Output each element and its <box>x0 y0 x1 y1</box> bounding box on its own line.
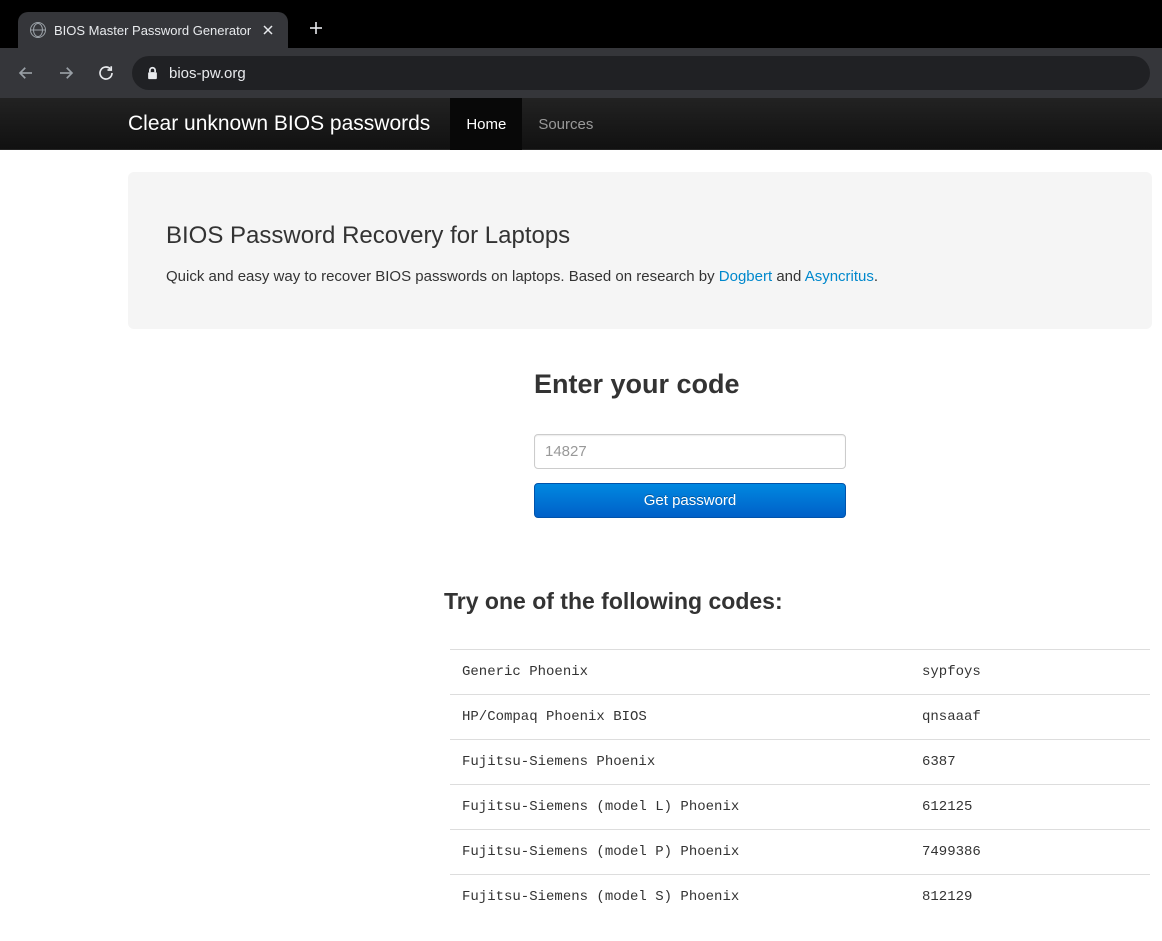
tab-bar: BIOS Master Password Generator <box>0 0 1162 48</box>
hero: BIOS Password Recovery for Laptops Quick… <box>128 172 1152 329</box>
hero-text: Quick and easy way to recover BIOS passw… <box>166 268 719 285</box>
table-row: Fujitsu-Siemens (model L) Phoenix612125 <box>450 785 1150 830</box>
hero-title: BIOS Password Recovery for Laptops <box>166 222 1114 250</box>
code-cell: 7499386 <box>910 830 1150 875</box>
get-password-button[interactable]: Get password <box>534 483 846 518</box>
browser-chrome: BIOS Master Password Generator bios-pw.o… <box>0 0 1162 98</box>
code-cell: sypfoys <box>910 650 1150 695</box>
nav-tabs: HomeSources <box>450 98 609 149</box>
hero-text: and <box>772 268 805 285</box>
browser-tab[interactable]: BIOS Master Password Generator <box>18 12 288 48</box>
site-navbar: Clear unknown BIOS passwords HomeSources <box>0 98 1162 150</box>
table-row: Fujitsu-Siemens (model P) Phoenix7499386 <box>450 830 1150 875</box>
form: Enter your code Get password <box>534 369 1152 518</box>
results-table: Generic PhoenixsypfoysHP/Compaq Phoenix … <box>450 649 1150 919</box>
table-row: Fujitsu-Siemens (model S) Phoenix812129 <box>450 875 1150 920</box>
code-cell: 6387 <box>910 740 1150 785</box>
table-row: Fujitsu-Siemens Phoenix6387 <box>450 740 1150 785</box>
results: Try one of the following codes: Generic … <box>444 588 1144 919</box>
hero-text: . <box>874 268 878 285</box>
vendor-cell: Fujitsu-Siemens (model L) Phoenix <box>450 785 910 830</box>
reload-button[interactable] <box>92 59 120 87</box>
table-row: HP/Compaq Phoenix BIOSqnsaaaf <box>450 695 1150 740</box>
new-tab-button[interactable] <box>308 20 324 36</box>
globe-icon <box>30 22 46 38</box>
code-cell: 612125 <box>910 785 1150 830</box>
code-cell: qnsaaaf <box>910 695 1150 740</box>
form-heading: Enter your code <box>534 369 1152 400</box>
forward-button[interactable] <box>52 59 80 87</box>
vendor-cell: Fujitsu-Siemens (model P) Phoenix <box>450 830 910 875</box>
url-text: bios-pw.org <box>169 65 246 82</box>
vendor-cell: Fujitsu-Siemens Phoenix <box>450 740 910 785</box>
vendor-cell: Fujitsu-Siemens (model S) Phoenix <box>450 875 910 920</box>
results-heading: Try one of the following codes: <box>444 588 1144 615</box>
nav-item-home[interactable]: Home <box>450 98 522 150</box>
vendor-cell: Generic Phoenix <box>450 650 910 695</box>
tab-title: BIOS Master Password Generator <box>54 23 252 38</box>
back-button[interactable] <box>12 59 40 87</box>
link-asyncritus[interactable]: Asyncritus <box>805 268 874 285</box>
table-row: Generic Phoenixsypfoys <box>450 650 1150 695</box>
link-dogbert[interactable]: Dogbert <box>719 268 772 285</box>
address-bar: bios-pw.org <box>0 48 1162 98</box>
brand[interactable]: Clear unknown BIOS passwords <box>128 112 430 136</box>
hero-lead: Quick and easy way to recover BIOS passw… <box>166 268 1114 285</box>
code-input[interactable] <box>534 434 846 469</box>
close-icon[interactable] <box>260 22 276 38</box>
vendor-cell: HP/Compaq Phoenix BIOS <box>450 695 910 740</box>
nav-item-sources[interactable]: Sources <box>522 98 609 150</box>
page-container: BIOS Password Recovery for Laptops Quick… <box>0 172 1162 919</box>
url-input[interactable]: bios-pw.org <box>132 56 1150 90</box>
lock-icon <box>146 66 159 80</box>
code-cell: 812129 <box>910 875 1150 920</box>
